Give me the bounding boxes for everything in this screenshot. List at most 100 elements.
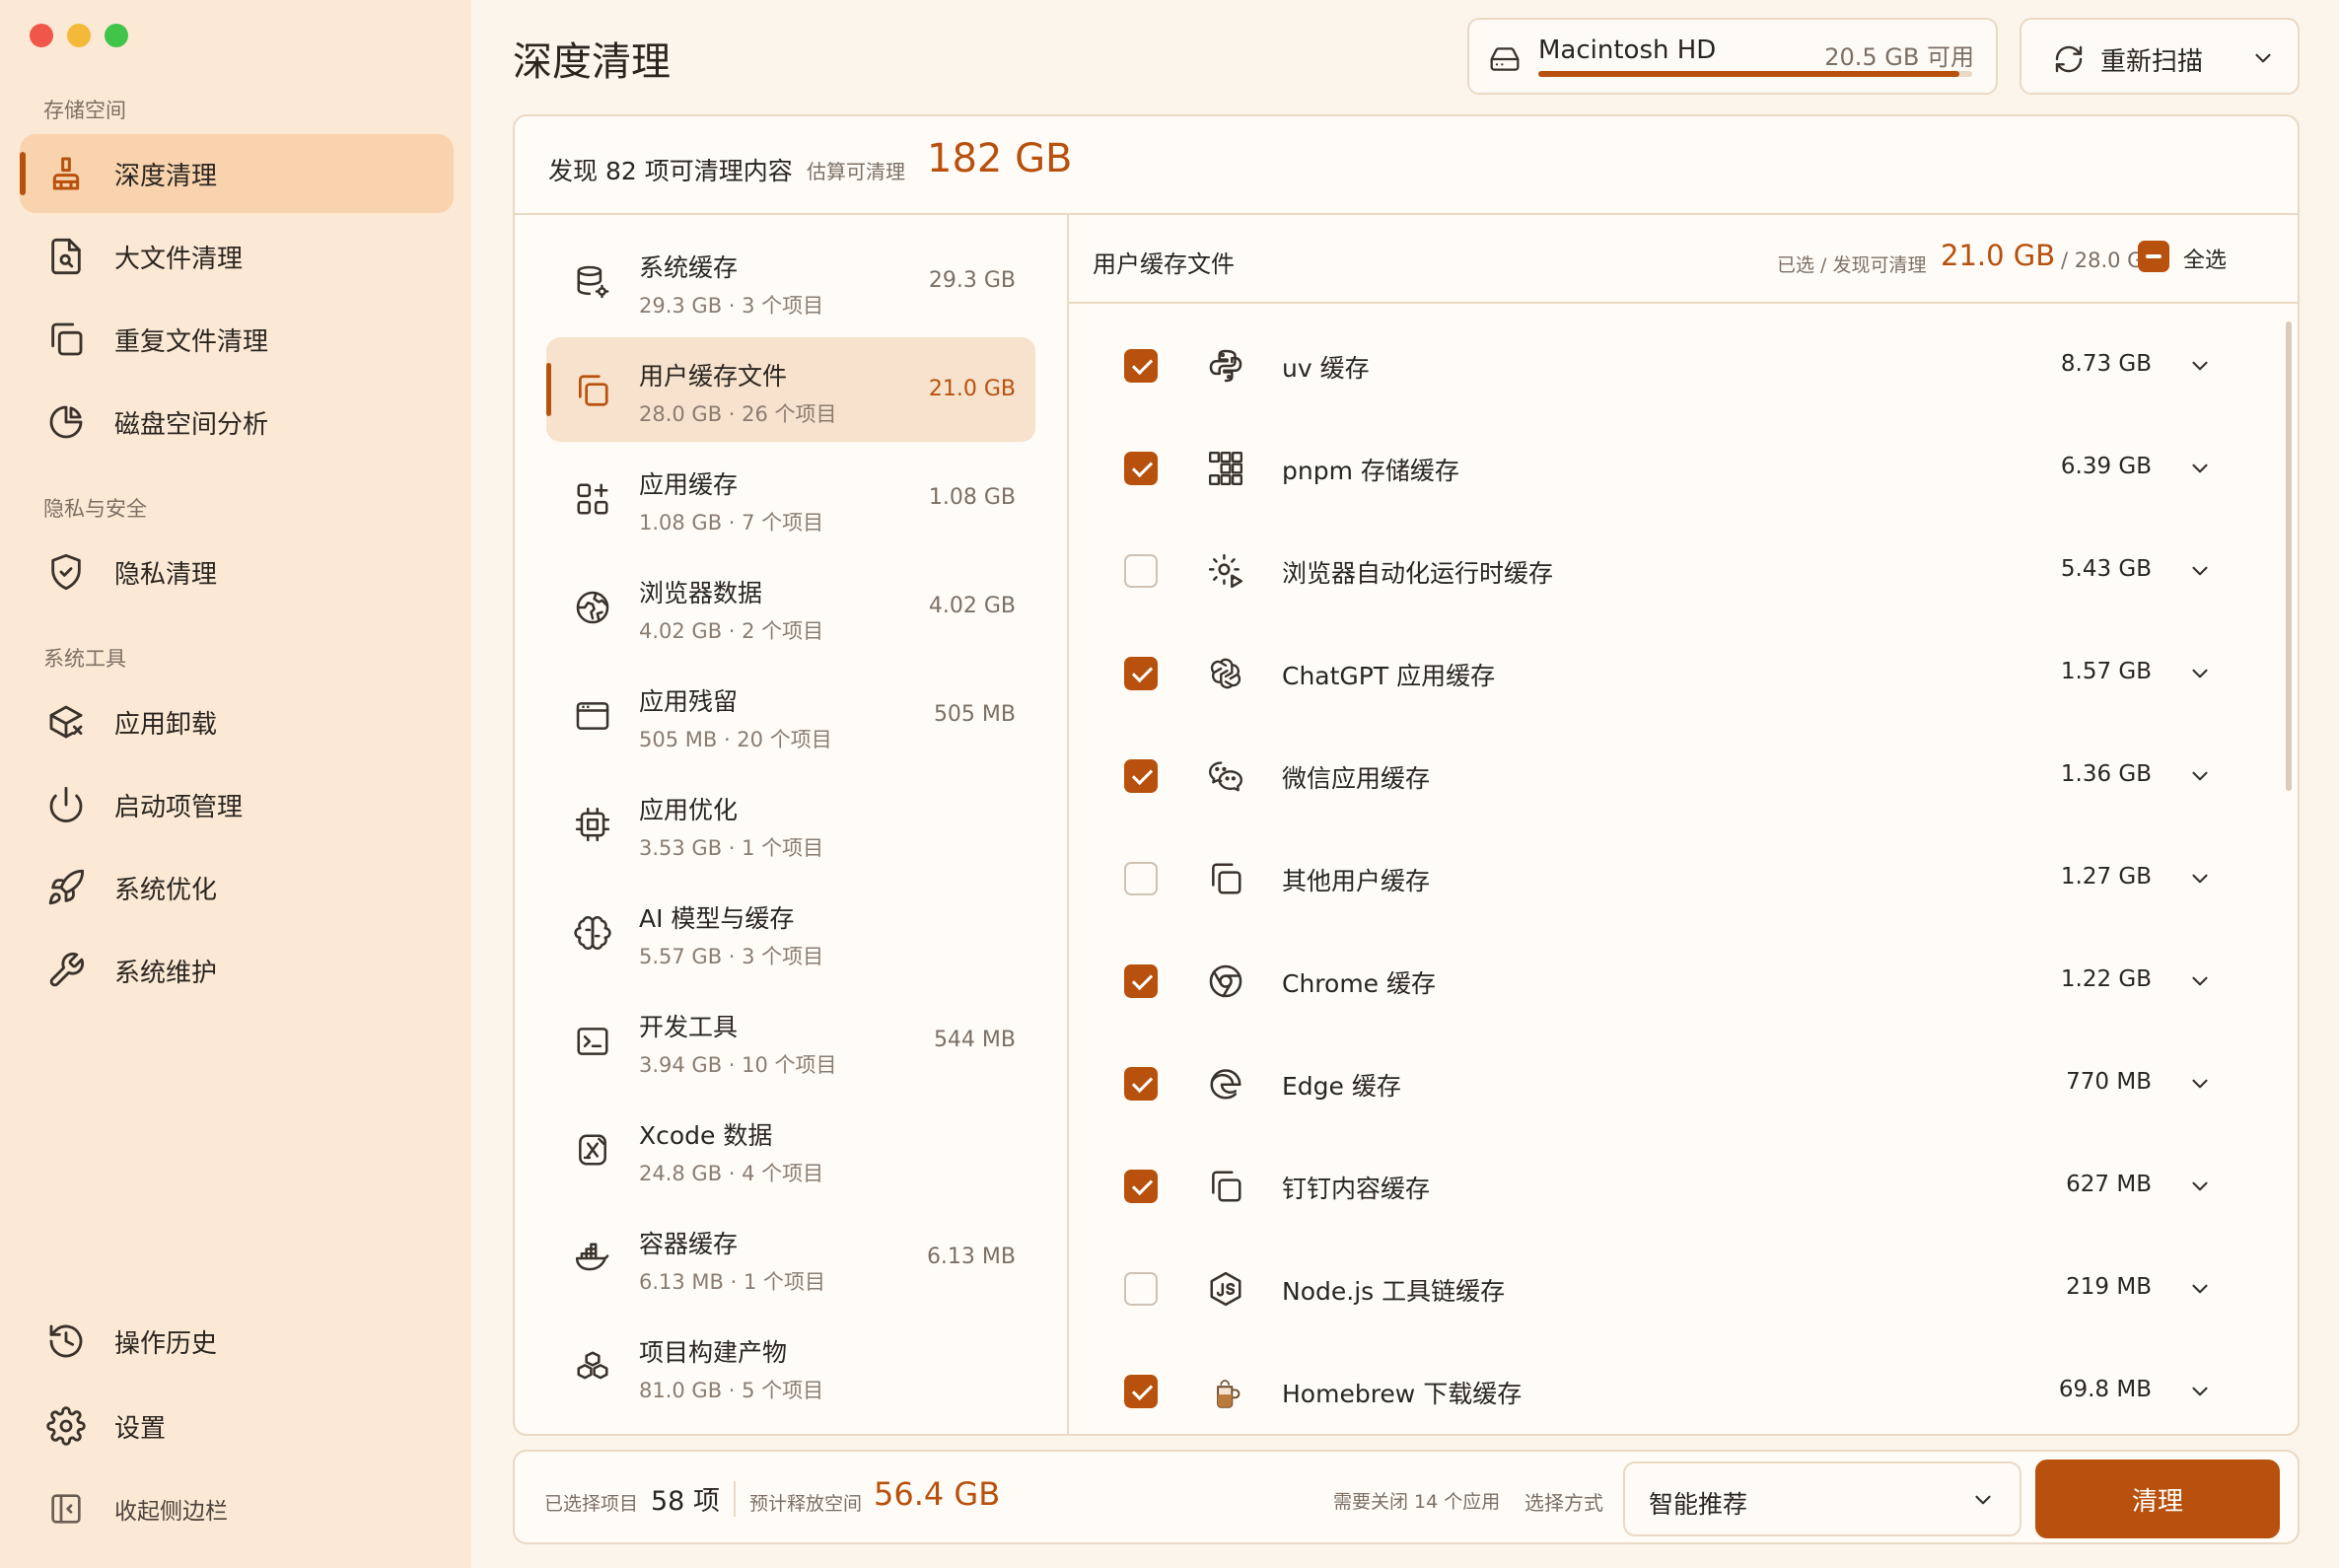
boxes-icon xyxy=(574,1348,611,1386)
openai-icon xyxy=(1207,655,1244,692)
item-checkbox[interactable] xyxy=(1124,964,1158,998)
chevron-down-icon[interactable] xyxy=(2187,1174,2213,1199)
close-window-button[interactable] xyxy=(30,24,53,47)
item-checkbox[interactable] xyxy=(1124,452,1158,485)
category-app-leftovers[interactable]: 应用残留 505 MB · 20 个项目 505 MB xyxy=(546,663,1035,767)
list-item[interactable]: 浏览器自动化运行时缓存 5.43 GB xyxy=(1069,519,2272,621)
sidebar-item-label: 深度清理 xyxy=(114,161,218,191)
terminal-icon xyxy=(574,1023,611,1060)
list-item[interactable]: Chrome 缓存 1.22 GB xyxy=(1069,929,2272,1032)
item-checkbox[interactable] xyxy=(1124,1272,1158,1306)
item-size: 5.43 GB xyxy=(2060,556,2152,582)
package-x-icon xyxy=(46,702,86,742)
list-item[interactable]: Homebrew 下载缓存 69.8 MB xyxy=(1069,1339,2272,1434)
item-size: 1.36 GB xyxy=(2060,761,2152,787)
category-size: 1.08 GB xyxy=(928,485,1016,510)
scrollbar-thumb[interactable] xyxy=(2286,321,2292,791)
item-checkbox[interactable] xyxy=(1124,759,1158,793)
chevron-down-icon[interactable] xyxy=(2187,1379,2213,1404)
category-app-cache[interactable]: 应用缓存 1.08 GB · 7 个项目 1.08 GB xyxy=(546,446,1035,550)
sidebar-item-label: 收起侧边栏 xyxy=(114,1499,228,1525)
app-window: 存储空间 深度清理 大文件清理 重复文件清理 磁盘空间分析 隐私与安全 隐私清理… xyxy=(0,0,2339,1568)
sidebar-item-uninstall[interactable]: 应用卸载 xyxy=(20,682,454,761)
category-dev-tools[interactable]: 开发工具 3.94 GB · 10 个项目 544 MB xyxy=(546,988,1035,1093)
list-item[interactable]: pnpm 存储缓存 6.39 GB xyxy=(1069,416,2272,519)
chevron-down-icon[interactable] xyxy=(2187,353,2213,379)
copy-icon xyxy=(1207,1168,1244,1205)
list-item[interactable]: 其他用户缓存 1.27 GB xyxy=(1069,826,2272,929)
estimate-size: 182 GB xyxy=(927,136,1073,181)
wrench-icon xyxy=(46,951,86,990)
scrollbar[interactable] xyxy=(2286,321,2292,1426)
sidebar-item-disk-analysis[interactable]: 磁盘空间分析 xyxy=(20,383,454,462)
sidebar-item-optimize[interactable]: 系统优化 xyxy=(20,848,454,927)
sidebar-item-maintenance[interactable]: 系统维护 xyxy=(20,931,454,1010)
chevron-down-icon[interactable] xyxy=(2187,456,2213,481)
sidebar-item-label: 系统优化 xyxy=(114,875,218,905)
category-user-cache[interactable]: 用户缓存文件 28.0 GB · 26 个项目 21.0 GB xyxy=(546,337,1035,442)
list-item[interactable]: uv 缓存 8.73 GB xyxy=(1069,314,2272,416)
cpu-icon xyxy=(574,806,611,843)
zoom-window-button[interactable] xyxy=(105,24,128,47)
sidebar-item-large-files[interactable]: 大文件清理 xyxy=(20,217,454,296)
chevron-down-icon[interactable] xyxy=(2187,866,2213,891)
chevron-down-icon[interactable] xyxy=(2187,763,2213,789)
apps-plus-icon xyxy=(574,480,611,518)
item-checkbox[interactable] xyxy=(1124,862,1158,895)
sidebar-item-history[interactable]: 操作历史 xyxy=(20,1302,454,1381)
chevron-down-icon[interactable] xyxy=(2250,45,2276,71)
rocket-icon xyxy=(46,868,86,907)
sidebar-item-deep-clean[interactable]: 深度清理 xyxy=(20,134,454,213)
sidebar-item-settings[interactable]: 设置 xyxy=(20,1387,454,1465)
selection-mode-label: 选择方式 xyxy=(1524,1491,1603,1515)
category-system-cache[interactable]: 系统缓存 29.3 GB · 3 个项目 29.3 GB xyxy=(546,229,1035,333)
item-checkbox[interactable] xyxy=(1124,554,1158,588)
chevron-down-icon[interactable] xyxy=(2187,661,2213,686)
category-list: 系统缓存 29.3 GB · 3 个项目 29.3 GB 用户缓存文件 28.0… xyxy=(515,215,1069,1434)
disk-selector[interactable]: Macintosh HD 20.5 GB 可用 xyxy=(1467,18,1998,95)
brain-icon xyxy=(574,914,611,952)
sidebar-item-privacy[interactable]: 隐私清理 xyxy=(20,533,454,611)
category-browser-data[interactable]: 浏览器数据 4.02 GB · 2 个项目 4.02 GB xyxy=(546,554,1035,659)
category-size: 29.3 GB xyxy=(928,268,1016,293)
select-all-checkbox[interactable] xyxy=(2138,241,2169,272)
pnpm-icon xyxy=(1207,450,1244,487)
chevron-down-icon[interactable] xyxy=(2187,558,2213,584)
category-container-cache[interactable]: 容器缓存 6.13 MB · 1 个项目 6.13 MB xyxy=(546,1205,1035,1310)
rescan-button[interactable]: 重新扫描 xyxy=(2020,18,2300,95)
chevron-down-icon[interactable] xyxy=(2187,968,2213,994)
category-subtitle: 505 MB · 20 个项目 xyxy=(639,728,832,751)
minimize-window-button[interactable] xyxy=(67,24,91,47)
item-checkbox[interactable] xyxy=(1124,349,1158,383)
list-item[interactable]: 钉钉内容缓存 627 MB xyxy=(1069,1134,2272,1237)
list-item[interactable]: Node.js 工具链缓存 219 MB xyxy=(1069,1237,2272,1339)
category-app-optimize[interactable]: 应用优化 3.53 GB · 1 个项目 xyxy=(546,771,1035,876)
category-xcode-data[interactable]: Xcode 数据 24.8 GB · 4 个项目 xyxy=(546,1097,1035,1201)
chevron-down-icon[interactable] xyxy=(2187,1276,2213,1302)
category-ai-models[interactable]: AI 模型与缓存 5.57 GB · 3 个项目 xyxy=(546,880,1035,984)
sidebar-item-startup[interactable]: 启动项管理 xyxy=(20,765,454,844)
sidebar-item-duplicates[interactable]: 重复文件清理 xyxy=(20,300,454,379)
chevron-down-icon[interactable] xyxy=(2187,1071,2213,1097)
item-checkbox[interactable] xyxy=(1124,657,1158,690)
category-subtitle: 81.0 GB · 5 个项目 xyxy=(639,1379,824,1402)
copy-icon xyxy=(46,320,86,359)
select-all-label[interactable]: 全选 xyxy=(2183,243,2227,274)
category-subtitle: 24.8 GB · 4 个项目 xyxy=(639,1162,824,1185)
list-item[interactable]: 微信应用缓存 1.36 GB xyxy=(1069,724,2272,826)
item-checkbox[interactable] xyxy=(1124,1067,1158,1101)
detail-header: 用户缓存文件 已选 / 发现可清理 21.0 GB / 28.0 GB 全选 xyxy=(1069,215,2298,304)
list-item[interactable]: ChatGPT 应用缓存 1.57 GB xyxy=(1069,621,2272,724)
clean-button[interactable]: 清理 xyxy=(2035,1460,2280,1538)
file-search-icon xyxy=(46,237,86,276)
item-checkbox[interactable] xyxy=(1124,1375,1158,1408)
item-checkbox[interactable] xyxy=(1124,1170,1158,1203)
selection-mode-select[interactable]: 智能推荐 xyxy=(1623,1461,2021,1536)
sidebar-collapse-button[interactable]: 收起侧边栏 xyxy=(20,1469,454,1548)
category-subtitle: 4.02 GB · 2 个项目 xyxy=(639,619,824,643)
category-name: Xcode 数据 xyxy=(639,1121,773,1150)
category-build-artifacts[interactable]: 项目构建产物 81.0 GB · 5 个项目 xyxy=(546,1314,1035,1418)
selection-mode-value: 智能推荐 xyxy=(1649,1490,1748,1519)
category-name: 浏览器数据 xyxy=(639,579,763,607)
list-item[interactable]: Edge 缓存 770 MB xyxy=(1069,1032,2272,1134)
